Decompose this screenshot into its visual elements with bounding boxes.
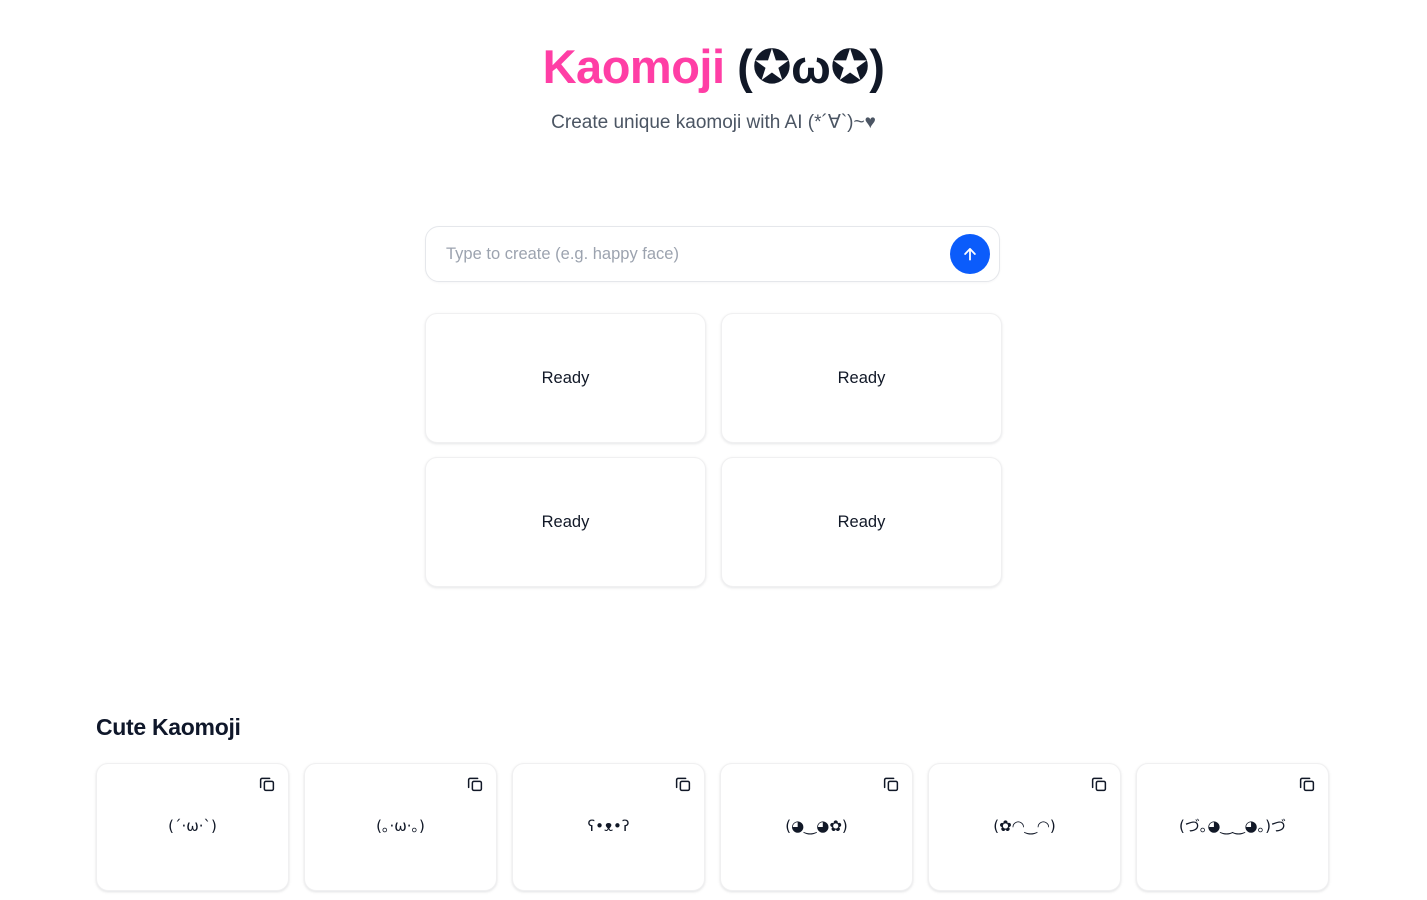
app-root: Kaomoji (✪ω✪) Create unique kaomoji with… — [0, 0, 1427, 900]
kaomoji-grid: (´·ω·`) (｡·ω·｡) ʕ•ᴥ•ʔ (◕‿◕✿) (✿◠‿◠) (づ｡◕… — [96, 763, 1331, 891]
kaomoji-text: (´·ω·`) — [168, 816, 217, 835]
result-status: Ready — [837, 368, 886, 387]
prompt-bar — [425, 226, 1000, 282]
page-subtitle: Create unique kaomoji with AI (*´∀`)~♥ — [551, 112, 876, 134]
kaomoji-card[interactable]: (✿◠‿◠) — [928, 763, 1121, 891]
result-status: Ready — [541, 368, 590, 387]
copy-icon[interactable] — [674, 775, 692, 793]
result-status: Ready — [541, 512, 590, 531]
prompt-input-container[interactable] — [425, 226, 1000, 282]
result-card[interactable]: Ready — [721, 457, 1002, 587]
page-title-brand: Kaomoji — [542, 40, 725, 93]
copy-icon[interactable] — [882, 775, 900, 793]
kaomoji-card[interactable]: (´·ω·`) — [96, 763, 289, 891]
result-card[interactable]: Ready — [425, 457, 706, 587]
arrow-up-icon — [961, 245, 979, 263]
result-card[interactable]: Ready — [425, 313, 706, 443]
result-card[interactable]: Ready — [721, 313, 1002, 443]
page-title-kaomoji: (✪ω✪) — [737, 40, 885, 93]
kaomoji-card[interactable]: (◕‿◕✿) — [720, 763, 913, 891]
copy-icon[interactable] — [466, 775, 484, 793]
kaomoji-card[interactable]: (｡·ω·｡) — [304, 763, 497, 891]
section-title: Cute Kaomoji — [96, 714, 241, 740]
kaomoji-card[interactable]: (づ｡◕‿‿◕｡)づ — [1136, 763, 1329, 891]
copy-icon[interactable] — [1298, 775, 1316, 793]
copy-icon[interactable] — [258, 775, 276, 793]
hero-header: Kaomoji (✪ω✪) Create unique kaomoji with… — [0, 0, 1427, 137]
kaomoji-text: (づ｡◕‿‿◕｡)づ — [1179, 816, 1286, 835]
page-title: Kaomoji (✪ω✪) — [0, 40, 1427, 94]
copy-icon[interactable] — [1090, 775, 1108, 793]
result-card-grid: Ready Ready Ready Ready — [425, 313, 1002, 587]
kaomoji-text: (｡·ω·｡) — [376, 816, 425, 835]
kaomoji-text: (◕‿◕✿) — [785, 816, 848, 835]
kaomoji-text: (✿◠‿◠) — [993, 816, 1056, 835]
kaomoji-text: ʕ•ᴥ•ʔ — [587, 816, 630, 835]
search-input[interactable] — [446, 227, 950, 281]
cute-kaomoji-section: Cute Kaomoji (´·ω·`) (｡·ω·｡) ʕ•ᴥ•ʔ (◕‿◕✿… — [96, 714, 1331, 891]
generate-submit-button[interactable] — [950, 234, 990, 274]
result-status: Ready — [837, 512, 886, 531]
kaomoji-card[interactable]: ʕ•ᴥ•ʔ — [512, 763, 705, 891]
